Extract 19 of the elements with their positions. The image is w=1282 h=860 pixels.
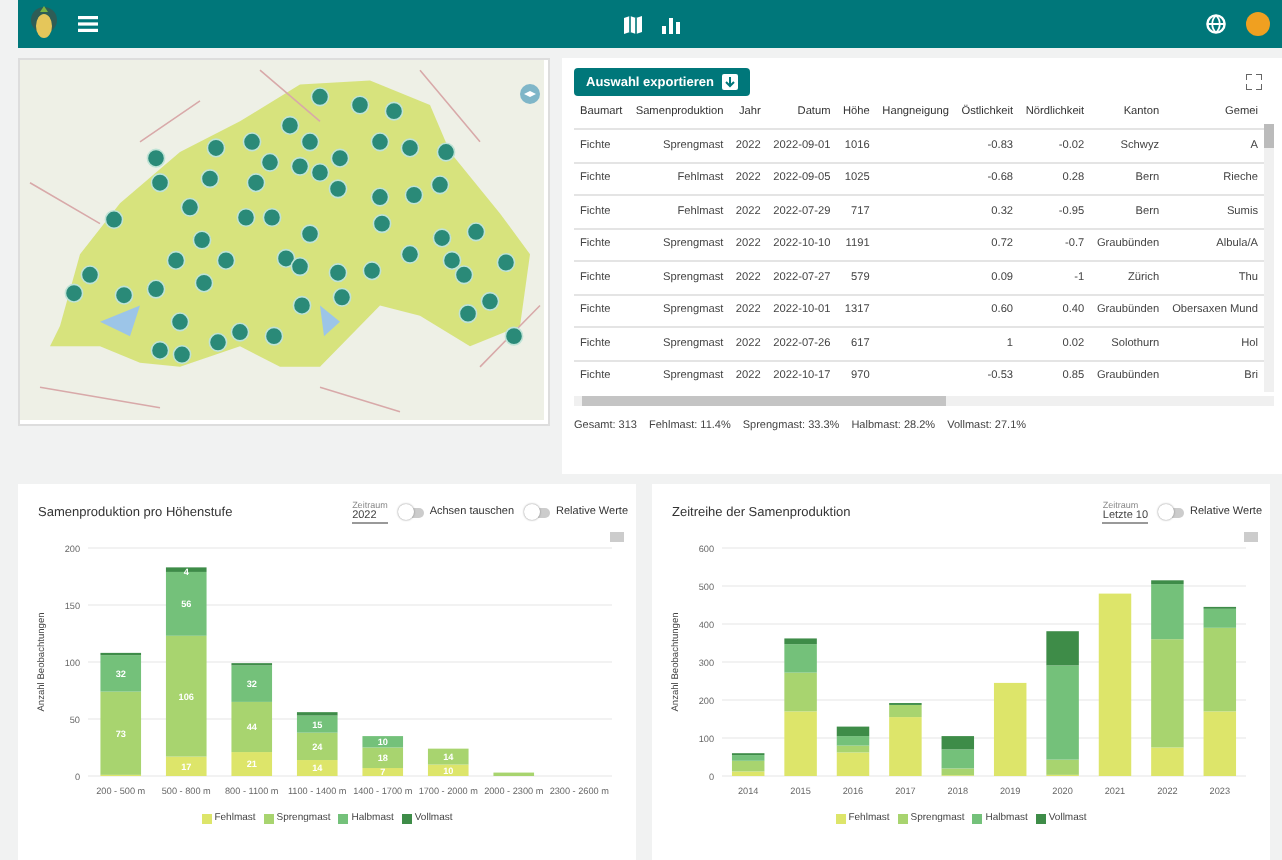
bar-chart-icon[interactable] xyxy=(662,15,680,33)
download-icon xyxy=(721,74,738,90)
toggle-switch[interactable] xyxy=(526,507,551,517)
chart-menu-icon[interactable] xyxy=(1243,532,1257,542)
user-avatar[interactable] xyxy=(1246,12,1270,36)
pine-cone-logo-icon xyxy=(30,6,58,42)
globe-icon[interactable] xyxy=(1206,14,1226,34)
bar-segment xyxy=(992,682,1026,776)
bar-segment xyxy=(426,748,468,765)
toggle-switch[interactable] xyxy=(1160,507,1185,517)
chart-menu-icon[interactable] xyxy=(609,532,623,542)
vertical-scrollbar[interactable] xyxy=(1264,124,1274,392)
fullscreen-icon[interactable] xyxy=(1246,74,1262,90)
menu-icon[interactable] xyxy=(78,16,98,32)
layers-icon[interactable] xyxy=(520,84,540,104)
horizontal-scrollbar[interactable] xyxy=(574,396,1274,406)
bar-segment xyxy=(1202,711,1236,776)
map-icon[interactable] xyxy=(624,15,642,33)
toggle-switch[interactable] xyxy=(399,507,424,517)
